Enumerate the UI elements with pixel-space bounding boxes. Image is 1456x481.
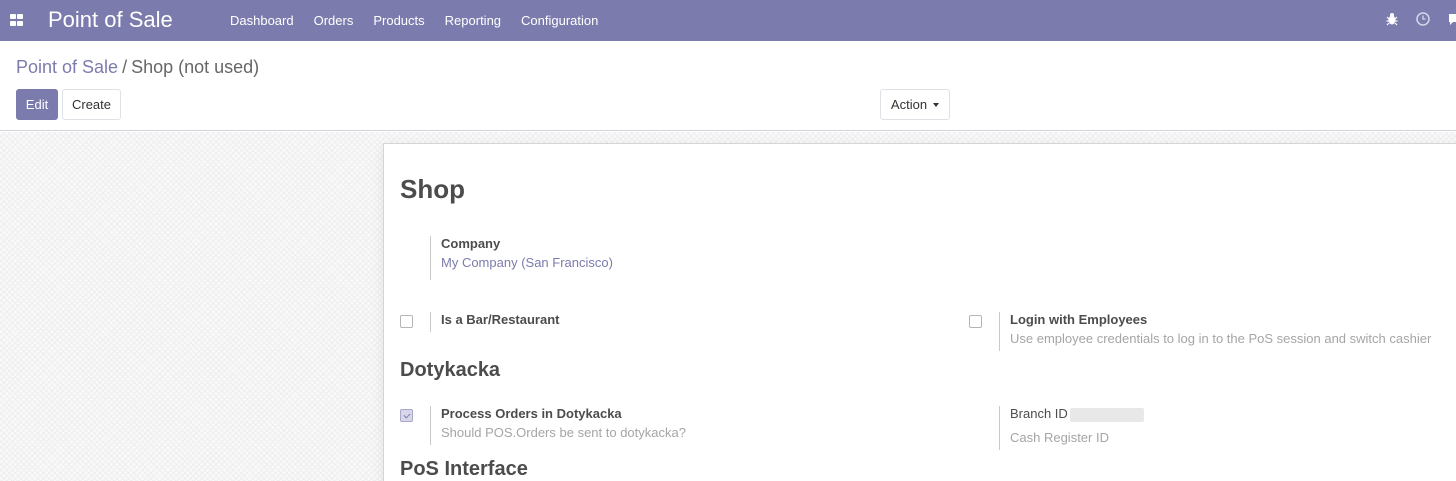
company-field: Company My Company (San Francisco) xyxy=(430,236,613,280)
dotykacka-section-title: Dotykacka xyxy=(400,359,501,381)
login-employees-help: Use employee credentials to log in to th… xyxy=(1010,331,1432,346)
systray xyxy=(1386,12,1456,26)
menu-item-orders[interactable]: Orders xyxy=(304,13,364,28)
form-sheet: Shop Company My Company (San Francisco) … xyxy=(383,143,1456,481)
process-orders-field: Process Orders in Dotykacka Should POS.O… xyxy=(430,406,686,445)
login-employees-label: Login with Employees xyxy=(1010,312,1148,327)
company-value-link[interactable]: My Company (San Francisco) xyxy=(441,255,613,271)
cash-register-id-label: Cash Register ID xyxy=(1010,430,1109,445)
app-title[interactable]: Point of Sale xyxy=(48,7,173,33)
action-label: Action xyxy=(890,97,928,112)
menu-item-dashboard[interactable]: Dashboard xyxy=(220,13,304,28)
create-button[interactable]: Create xyxy=(62,89,121,120)
process-orders-help: Should POS.Orders be sent to dotykacka? xyxy=(441,425,686,440)
is-bar-restaurant-checkbox[interactable] xyxy=(400,315,413,328)
control-panel: Point of Sale / Shop (not used) Edit Creat… xyxy=(0,41,1456,131)
branch-id-label: Branch ID xyxy=(1010,406,1068,421)
login-employees-checkbox[interactable] xyxy=(969,315,982,328)
breadcrumb-separator: / xyxy=(122,57,128,77)
breadcrumb-current: Shop (not used) xyxy=(131,57,260,77)
caret-down-icon xyxy=(933,102,940,107)
is-bar-restaurant-field: Is a Bar/Restaurant xyxy=(430,312,560,332)
record-title: Shop xyxy=(400,174,465,204)
breadcrumb: Point of Sale / Shop (not used) xyxy=(16,57,259,78)
action-dropdown-button[interactable]: Action xyxy=(880,89,950,120)
process-orders-label: Process Orders in Dotykacka xyxy=(441,406,622,421)
branch-id-row: Branch ID xyxy=(1010,406,1144,422)
menu-item-reporting[interactable]: Reporting xyxy=(435,13,511,28)
bug-icon[interactable] xyxy=(1386,12,1398,26)
branch-register-fields: Branch ID Cash Register ID xyxy=(999,406,1144,450)
form-view-background: Shop Company My Company (San Francisco) … xyxy=(0,132,1456,481)
menu-item-configuration[interactable]: Configuration xyxy=(511,13,608,28)
company-label: Company xyxy=(441,236,501,251)
pos-interface-section-title: PoS Interface xyxy=(400,458,528,480)
main-menu: Dashboard Orders Products Reporting Conf… xyxy=(220,0,608,41)
menu-item-products[interactable]: Products xyxy=(363,13,434,28)
clock-icon[interactable] xyxy=(1416,12,1430,26)
breadcrumb-parent-link[interactable]: Point of Sale xyxy=(16,57,118,77)
branch-id-input[interactable] xyxy=(1069,407,1144,422)
process-orders-checkbox[interactable] xyxy=(400,409,413,422)
edit-button[interactable]: Edit xyxy=(16,89,58,120)
apps-icon[interactable] xyxy=(10,14,23,26)
login-employees-field: Login with Employees Use employee creden… xyxy=(999,312,1431,351)
chat-icon[interactable] xyxy=(1448,12,1456,26)
top-navbar: Point of Sale Dashboard Orders Products … xyxy=(0,0,1456,41)
is-bar-restaurant-label: Is a Bar/Restaurant xyxy=(441,312,560,327)
